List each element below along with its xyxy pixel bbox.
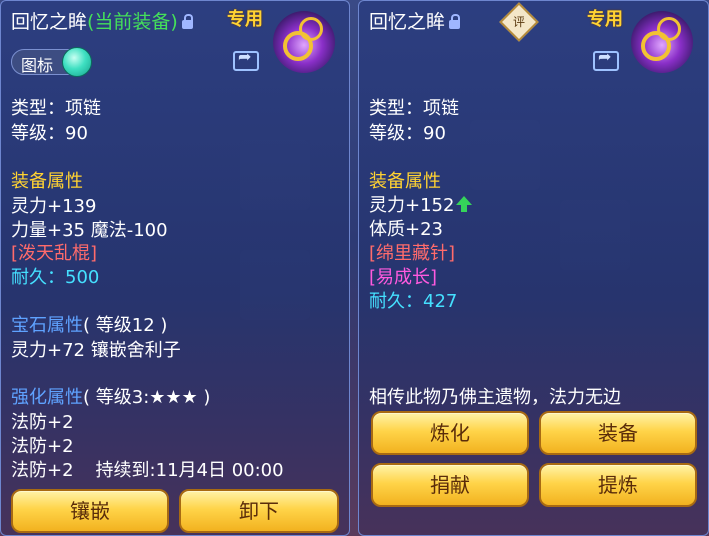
durability: 耐久：427 bbox=[369, 287, 457, 313]
stat-line: 灵力+139 bbox=[11, 196, 97, 217]
special-effect: [易成长] bbox=[369, 267, 438, 288]
donate-button[interactable]: 捐献 bbox=[371, 463, 529, 507]
gem-level: ( 等级12 ) bbox=[83, 315, 168, 336]
gem-attr-header: 宝石属性 bbox=[11, 315, 83, 336]
equipped-item-panel: 回忆之眸(当前装备) 专用 图标 类型：项链 等级：90 装备属性 灵力+139… bbox=[0, 0, 350, 536]
item-name: 回忆之眸 bbox=[11, 11, 88, 33]
rating-icon[interactable]: 评 bbox=[499, 2, 539, 42]
enhance-attr-row: 强化属性( 等级3:★★★ ) bbox=[11, 383, 210, 409]
arrow-up-icon bbox=[456, 196, 473, 212]
special-effect: [绵里藏针] bbox=[369, 243, 456, 264]
exclusive-badge: 专用 bbox=[587, 9, 623, 30]
lock-icon bbox=[181, 14, 193, 29]
gem-stat: 灵力+72 镶嵌舍利子 bbox=[11, 340, 181, 361]
exclusive-badge: 专用 bbox=[227, 9, 263, 30]
enhance-line: 法防+2 持续到:11月4日 00:00 bbox=[11, 456, 284, 482]
special-effect: [泼天乱棍] bbox=[11, 243, 98, 264]
item-description: 相传此物乃佛主遗物，法力无边 bbox=[369, 387, 621, 408]
item-name: 回忆之眸 bbox=[369, 11, 446, 33]
bag-item-panel: 回忆之眸 评 专用 类型：项链 等级：90 装备属性 灵力+152 体质+23 … bbox=[358, 0, 709, 536]
durability-value: 427 bbox=[423, 291, 458, 312]
item-level: 等级：90 bbox=[11, 123, 88, 144]
extract-button[interactable]: 提炼 bbox=[539, 463, 697, 507]
item-title: 回忆之眸 bbox=[369, 7, 461, 34]
item-title: 回忆之眸(当前装备) bbox=[11, 7, 193, 34]
durability: 耐久：500 bbox=[11, 263, 99, 289]
item-type: 类型：项链 bbox=[11, 98, 101, 119]
icon-toggle-label: 图标 bbox=[21, 56, 54, 75]
refine-button[interactable]: 炼化 bbox=[371, 411, 529, 455]
enhance-line: 法防+2 bbox=[11, 412, 74, 433]
necklace-icon bbox=[273, 11, 335, 73]
rating-label: 评 bbox=[512, 15, 525, 29]
enhance-attr-header: 强化属性 bbox=[11, 387, 83, 408]
inlay-button[interactable]: 镶嵌 bbox=[11, 489, 169, 533]
stat-line: 体质+23 bbox=[369, 219, 443, 240]
toggle-knob bbox=[62, 47, 92, 77]
equip-attr-header: 装备属性 bbox=[369, 171, 441, 192]
item-type: 类型：项链 bbox=[369, 98, 459, 119]
stat-line: 灵力+152 bbox=[369, 191, 473, 217]
enhance-duration: 持续到:11月4日 00:00 bbox=[95, 460, 284, 481]
stat-value: 灵力+152 bbox=[369, 195, 455, 216]
equip-attr-header: 装备属性 bbox=[11, 171, 83, 192]
durability-label: 耐久： bbox=[11, 267, 65, 288]
enhance-line: 法防+2 bbox=[11, 436, 74, 457]
item-level: 等级：90 bbox=[369, 123, 446, 144]
share-icon[interactable] bbox=[593, 47, 619, 71]
enhance-level: ( 等级3:★★★ ) bbox=[83, 387, 211, 408]
icon-toggle[interactable]: 图标 bbox=[11, 47, 92, 77]
unequip-button[interactable]: 卸下 bbox=[179, 489, 339, 533]
enhance-value: 法防+2 bbox=[11, 460, 74, 481]
durability-label: 耐久： bbox=[369, 291, 423, 312]
durability-value: 500 bbox=[65, 267, 100, 288]
equip-button[interactable]: 装备 bbox=[539, 411, 697, 455]
share-icon[interactable] bbox=[233, 47, 259, 71]
gem-attr-row: 宝石属性( 等级12 ) bbox=[11, 311, 167, 337]
lock-icon bbox=[449, 14, 461, 29]
necklace-icon bbox=[631, 11, 693, 73]
equipped-tag: (当前装备) bbox=[87, 11, 178, 33]
